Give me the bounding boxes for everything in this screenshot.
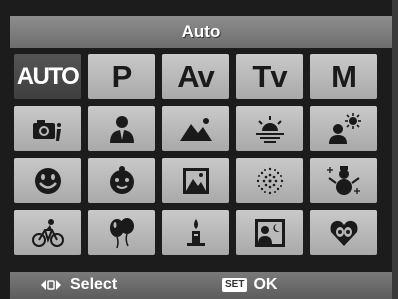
mode-m-label: M: [331, 58, 357, 94]
landscape-icon: [179, 117, 212, 141]
scene-night-portrait-tile[interactable]: [310, 106, 377, 151]
bicycle-sports-icon: [31, 218, 64, 247]
scene-candlelight-tile[interactable]: [162, 210, 229, 255]
mode-p-label: P: [111, 58, 133, 94]
ok-hint: SET OK: [222, 276, 277, 294]
baby-icon: [109, 165, 134, 194]
mode-p-tile[interactable]: P: [88, 54, 155, 99]
scene-smile-tile[interactable]: [14, 158, 81, 203]
portrait-icon: [109, 115, 134, 143]
snow-icon: [326, 165, 360, 195]
scene-night-scene-tile[interactable]: [236, 210, 303, 255]
scene-sports-tile[interactable]: [14, 210, 81, 255]
night-portrait-icon: [328, 112, 361, 144]
night-scene-icon: [254, 218, 285, 247]
photo-frame-icon: [182, 167, 209, 194]
ok-label: OK: [253, 276, 278, 293]
candlelight-icon: [186, 218, 205, 246]
set-button-badge: SET: [222, 278, 248, 292]
scene-pet-tile[interactable]: [310, 210, 377, 255]
select-hint: Select: [40, 276, 117, 294]
scene-creative-auto-tile[interactable]: [14, 106, 81, 151]
mode-auto-label: AUTO: [16, 62, 80, 90]
mode-av-label: Av: [177, 58, 214, 94]
scene-landscape-tile[interactable]: [162, 106, 229, 151]
mode-av-tile[interactable]: Av: [162, 54, 229, 99]
scene-party-tile[interactable]: [88, 210, 155, 255]
footer-bar: Select SET OK: [10, 272, 392, 299]
scene-snow-tile[interactable]: [310, 158, 377, 203]
mode-selection-screen: Auto AUTO P Av Tv M Select SET OK: [0, 0, 398, 299]
pet-icon: [330, 220, 357, 246]
camera-info-icon: [32, 119, 61, 141]
screen-title: Auto: [181, 22, 221, 41]
scene-sunset-tile[interactable]: [236, 106, 303, 151]
scene-photo-frame-tile[interactable]: [162, 158, 229, 203]
screen-edge: [392, 0, 398, 299]
scene-portrait-tile[interactable]: [88, 106, 155, 151]
balloons-party-icon: [109, 217, 134, 248]
select-label: Select: [70, 276, 118, 293]
smile-icon: [34, 167, 61, 194]
scene-fireworks-tile[interactable]: [236, 158, 303, 203]
mode-tv-label: Tv: [252, 58, 287, 94]
left-right-arrows-icon: [41, 280, 61, 290]
mode-tv-tile[interactable]: Tv: [236, 54, 303, 99]
title-bar: Auto: [10, 16, 392, 48]
scene-kids-tile[interactable]: [88, 158, 155, 203]
mode-auto-tile[interactable]: AUTO: [14, 54, 81, 99]
sunset-icon: [255, 115, 284, 143]
mode-m-tile[interactable]: M: [310, 54, 377, 99]
fireworks-icon: [256, 167, 283, 194]
